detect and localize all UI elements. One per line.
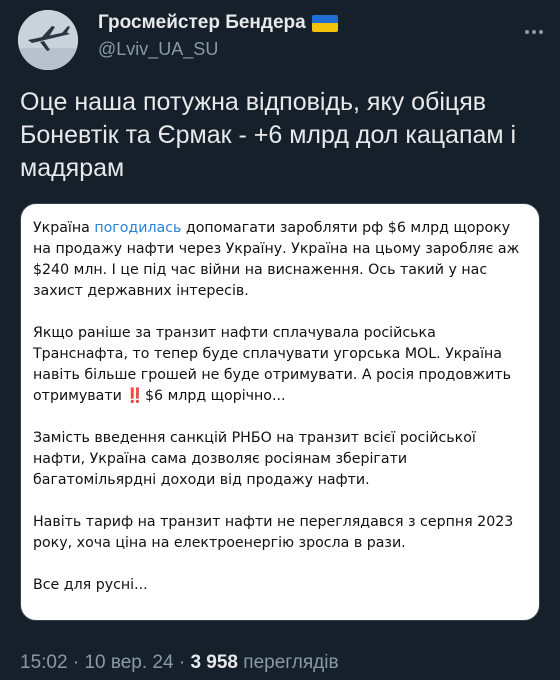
double-exclamation-icon: ‼️ xyxy=(126,388,144,404)
avatar-image xyxy=(18,10,78,70)
author-names: Гросмейстер Бендера @Lviv_UA_SU xyxy=(98,12,338,60)
separator: · xyxy=(173,652,191,673)
ukraine-flag-icon xyxy=(311,14,338,32)
views-label: переглядів xyxy=(238,652,339,673)
card-paragraph-3: Замість введення санкцій РНБО на транзит… xyxy=(33,430,476,488)
card-paragraph-1: Україна погодилась допомагати заробляти … xyxy=(33,218,527,302)
tweet-text: Оце наша потужна відповідь, яку обіцяв Б… xyxy=(20,88,517,182)
tweet-date[interactable]: 10 вер. 24 xyxy=(84,652,173,673)
tweet-time[interactable]: 15:02 xyxy=(20,652,68,673)
tweet-header: Гросмейстер Бендера @Lviv_UA_SU xyxy=(18,8,548,70)
card-text-span: Україна xyxy=(33,220,95,236)
more-options-icon[interactable] xyxy=(520,18,548,46)
views-count: 3 958 xyxy=(190,652,238,673)
avatar[interactable] xyxy=(18,10,78,70)
card-paragraph-4: Навіть тариф на транзит нафти не перегля… xyxy=(33,514,514,551)
separator: · xyxy=(67,652,85,673)
card-link: погодилась xyxy=(94,220,182,236)
tweet-meta: 15:02 · 10 вер. 24 · 3 958 переглядів xyxy=(20,652,550,674)
card-paragraph-2: Якщо раніше за транзит нафти сплачувала … xyxy=(33,323,527,407)
display-name-row[interactable]: Гросмейстер Бендера xyxy=(98,12,338,34)
user-handle[interactable]: @Lviv_UA_SU xyxy=(98,39,338,60)
card-paragraph-5: Все для русні... xyxy=(33,577,148,593)
display-name: Гросмейстер Бендера xyxy=(98,12,306,33)
tweet-image-card[interactable]: Україна погодилась допомагати заробляти … xyxy=(20,203,540,621)
card-text: Україна погодилась допомагати заробляти … xyxy=(33,218,527,617)
card-text-span: $6 млрд щорічно... xyxy=(145,388,286,404)
